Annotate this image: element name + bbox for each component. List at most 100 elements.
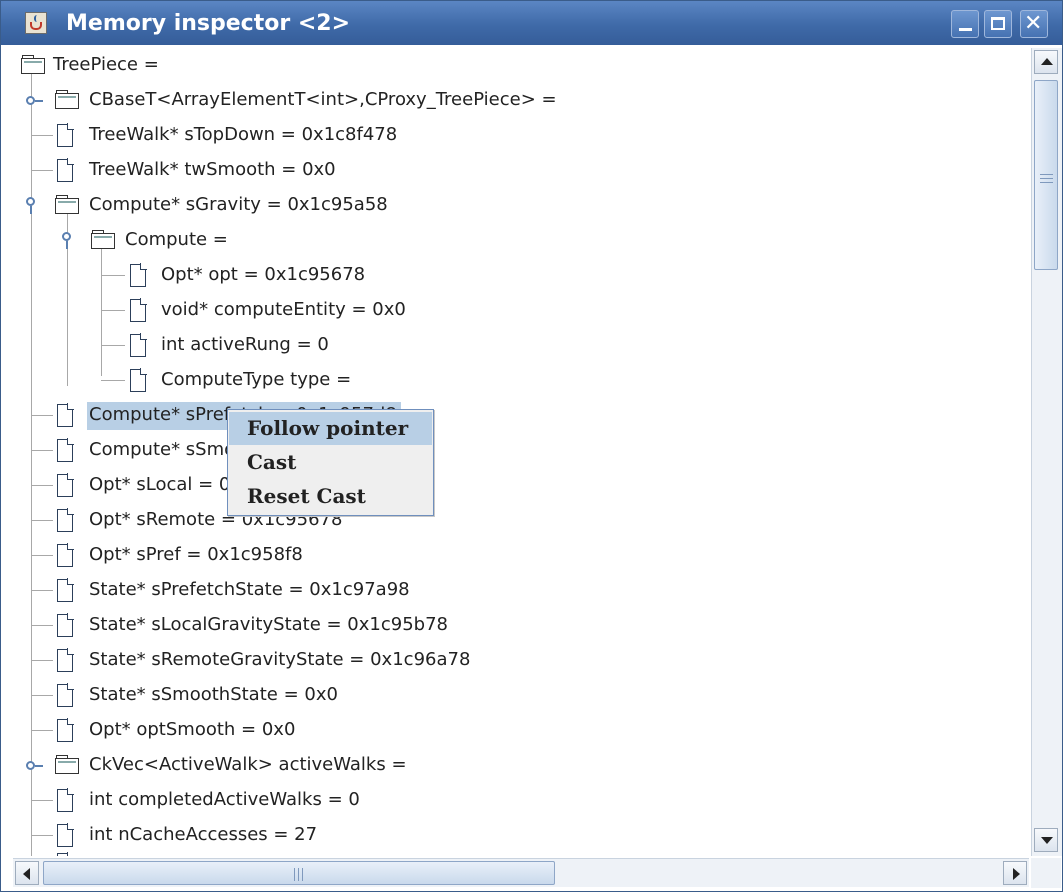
tree-node-label: ComputeType type = xyxy=(161,369,352,390)
menu-item-label: Follow pointer xyxy=(247,416,409,440)
grip-line xyxy=(298,868,299,881)
folder-icon xyxy=(55,195,81,215)
expand-handle-icon[interactable] xyxy=(26,96,43,105)
tree-node[interactable]: Compute = xyxy=(13,223,1029,258)
tree-node-label: int activeRung = 0 xyxy=(161,334,329,355)
tree-node[interactable]: CBaseT<ArrayElementT<int>,CProxy_TreePie… xyxy=(13,83,1029,118)
file-icon xyxy=(57,718,74,742)
file-icon xyxy=(57,683,74,707)
memory-inspector-window: Memory inspector <2> ✕ TreePiece = CBase… xyxy=(0,0,1063,892)
file-icon xyxy=(57,158,74,182)
memory-tree[interactable]: TreePiece = CBaseT<ArrayElementT<int>,CP… xyxy=(13,48,1029,856)
folder-icon xyxy=(55,755,81,775)
tree-node-partial xyxy=(13,852,1029,856)
title-bar[interactable]: Memory inspector <2> ✕ xyxy=(1,1,1062,45)
grip-line xyxy=(302,868,303,881)
tree-node[interactable]: State* sSmoothState = 0x0 xyxy=(13,678,1029,713)
tree-node-label: int completedActiveWalks = 0 xyxy=(89,789,360,810)
minimize-icon xyxy=(959,28,972,31)
java-app-icon xyxy=(25,12,47,34)
tree-node-label: Opt* opt = 0x1c95678 xyxy=(161,264,366,285)
tree-node[interactable]: int nCacheAccesses = 27 xyxy=(13,818,1029,853)
tree-node-label: Compute* sGravity = 0x1c95a58 xyxy=(89,194,388,215)
tree-node[interactable]: Opt* opt = 0x1c95678 xyxy=(13,258,1029,293)
close-icon: ✕ xyxy=(1024,11,1043,36)
file-icon xyxy=(57,852,74,856)
file-icon xyxy=(130,298,147,322)
close-button[interactable]: ✕ xyxy=(1020,10,1048,38)
tree-node-label: State* sRemoteGravityState = 0x1c96a78 xyxy=(89,649,471,670)
file-icon xyxy=(130,333,147,357)
tree-node[interactable]: ComputeType type = xyxy=(13,363,1029,398)
tree-node-selected[interactable]: Compute* sPrefetch = 0x1c957d8 xyxy=(13,398,1029,433)
tree-connector xyxy=(31,415,53,416)
tree-node-label: TreeWalk* twSmooth = 0x0 xyxy=(89,159,336,180)
tree-connector xyxy=(31,730,53,731)
tree-node-label: Opt* optSmooth = 0x0 xyxy=(89,719,296,740)
file-icon xyxy=(57,578,74,602)
arrow-right-icon xyxy=(1013,868,1020,880)
tree-node-label: Compute = xyxy=(125,229,228,250)
tree-node[interactable]: State* sRemoteGravityState = 0x1c96a78 xyxy=(13,643,1029,678)
arrow-down-icon xyxy=(1041,837,1053,844)
tree-connector xyxy=(31,660,53,661)
file-icon xyxy=(130,368,147,392)
minimize-button[interactable] xyxy=(951,10,979,38)
horizontal-scrollbar[interactable] xyxy=(13,858,1029,887)
window-title: Memory inspector <2> xyxy=(66,11,351,36)
tree-node[interactable]: Compute* sSmooth = 0x0 xyxy=(13,433,1029,468)
tree-node[interactable]: State* sPrefetchState = 0x1c97a98 xyxy=(13,573,1029,608)
tree-root[interactable]: TreePiece = xyxy=(13,48,1029,83)
tree-connector xyxy=(31,520,53,521)
maximize-icon xyxy=(991,17,1005,30)
scroll-left-button[interactable] xyxy=(15,861,39,885)
tree-node[interactable]: TreeWalk* sTopDown = 0x1c8f478 xyxy=(13,118,1029,153)
tree-node[interactable]: Opt* sLocal = 0x1c95678 xyxy=(13,468,1029,503)
tree-node[interactable]: TreeWalk* twSmooth = 0x0 xyxy=(13,153,1029,188)
tree-node[interactable]: Opt* optSmooth = 0x0 xyxy=(13,713,1029,748)
tree-node[interactable]: int completedActiveWalks = 0 xyxy=(13,783,1029,818)
scroll-right-button[interactable] xyxy=(1003,861,1027,885)
menu-item-reset-cast[interactable]: Reset Cast xyxy=(229,480,432,513)
tree-node-label: CkVec<ActiveWalk> activeWalks = xyxy=(89,754,407,775)
menu-item-follow-pointer[interactable]: Follow pointer xyxy=(229,412,432,445)
tree-node-label: void* computeEntity = 0x0 xyxy=(161,299,406,320)
collapse-handle-icon[interactable] xyxy=(26,197,35,214)
expand-handle-icon[interactable] xyxy=(26,761,43,770)
tree-connector xyxy=(101,345,125,346)
file-icon xyxy=(57,403,74,427)
tree-connector xyxy=(31,800,53,801)
menu-item-label: Cast xyxy=(247,450,297,474)
tree-node-label: Opt* sPref = 0x1c958f8 xyxy=(89,544,303,565)
file-icon xyxy=(57,123,74,147)
scroll-down-button[interactable] xyxy=(1034,828,1058,852)
tree-connector xyxy=(31,555,53,556)
tree-connector xyxy=(31,835,53,836)
menu-item-label: Reset Cast xyxy=(247,484,366,508)
collapse-handle-icon[interactable] xyxy=(62,232,71,249)
tree-node[interactable]: Opt* sRemote = 0x1c95678 xyxy=(13,503,1029,538)
folder-icon xyxy=(21,55,47,75)
folder-icon xyxy=(91,230,117,250)
vertical-scroll-thumb[interactable] xyxy=(1034,80,1058,270)
tree-node[interactable]: int activeRung = 0 xyxy=(13,328,1029,363)
file-icon xyxy=(57,613,74,637)
scroll-up-button[interactable] xyxy=(1034,50,1058,74)
file-icon xyxy=(57,648,74,672)
tree-connector xyxy=(31,485,53,486)
tree-node[interactable]: void* computeEntity = 0x0 xyxy=(13,293,1029,328)
file-icon xyxy=(57,438,74,462)
vertical-scrollbar[interactable] xyxy=(1031,48,1062,856)
tree-node[interactable]: Compute* sGravity = 0x1c95a58 xyxy=(13,188,1029,223)
file-icon xyxy=(57,473,74,497)
tree-node[interactable]: Opt* sPref = 0x1c958f8 xyxy=(13,538,1029,573)
tree-connector xyxy=(31,625,53,626)
tree-node[interactable]: State* sLocalGravityState = 0x1c95b78 xyxy=(13,608,1029,643)
file-icon xyxy=(57,508,74,532)
maximize-button[interactable] xyxy=(984,10,1012,38)
tree-node-label: int nCacheAccesses = 27 xyxy=(89,824,318,845)
tree-node[interactable]: CkVec<ActiveWalk> activeWalks = xyxy=(13,748,1029,783)
horizontal-scroll-thumb[interactable] xyxy=(43,861,555,885)
menu-item-cast[interactable]: Cast xyxy=(229,446,432,479)
tree-connector xyxy=(101,310,125,311)
